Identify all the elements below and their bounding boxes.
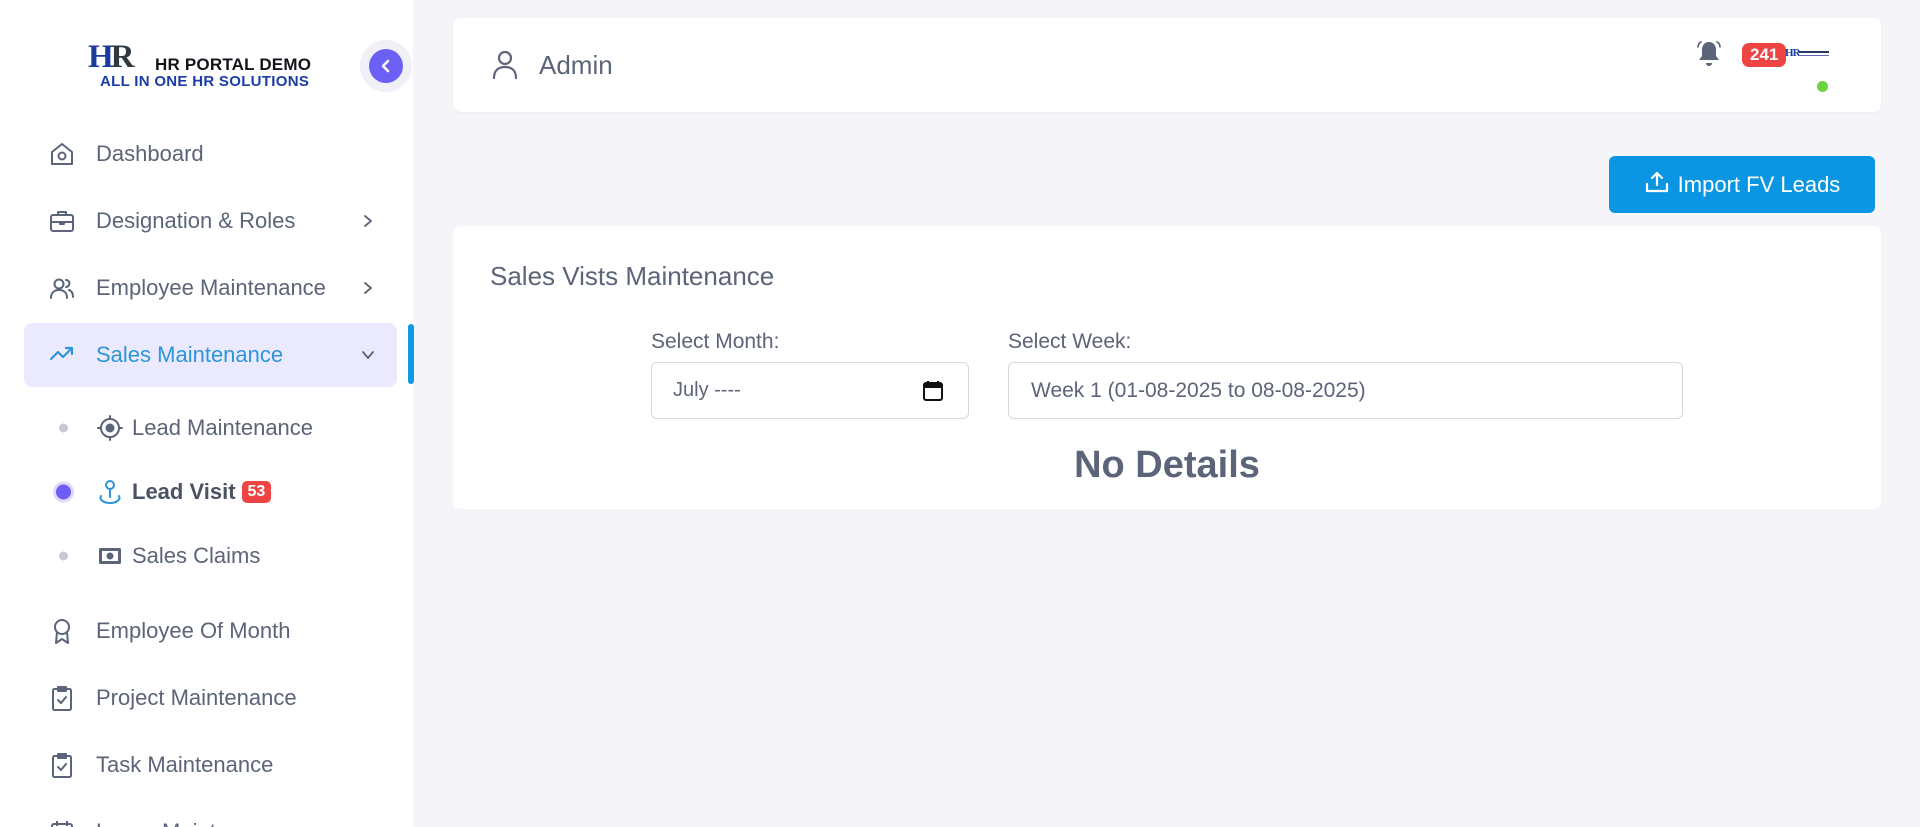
import-button-label: Import FV Leads bbox=[1677, 171, 1841, 197]
sidebar-subitem-sales-claims[interactable]: Sales Claims bbox=[24, 530, 397, 582]
sales-visits-card: Sales Vists Maintenance Select Month: Ju… bbox=[453, 226, 1881, 509]
award-icon bbox=[48, 617, 76, 645]
import-fv-leads-button[interactable]: Import FV Leads bbox=[1609, 156, 1875, 213]
cash-icon bbox=[96, 542, 124, 570]
top-header: Admin 241 HR bbox=[453, 18, 1881, 112]
sidebar-item-label: Task Maintenance bbox=[96, 752, 274, 777]
bullet-dot bbox=[59, 423, 68, 433]
chevron-left-icon bbox=[369, 49, 403, 83]
sidebar-item-label: Project Maintenance bbox=[96, 685, 297, 710]
bell-icon[interactable] bbox=[1693, 38, 1725, 70]
brand-subtitle: ALL IN ONE HR SOLUTIONS bbox=[100, 73, 310, 90]
month-picker-value: July ---- bbox=[673, 379, 741, 401]
calendar-icon[interactable] bbox=[922, 380, 944, 407]
week-select-value: Week 1 (01-08-2025 to 08-08-2025) bbox=[1031, 379, 1366, 402]
sidebar-item-leave-maintenance[interactable]: Leave Maintenance bbox=[24, 800, 397, 827]
lead-visit-count-badge: 53 bbox=[241, 481, 272, 503]
month-label: Select Month: bbox=[651, 330, 780, 353]
trending-up-icon bbox=[48, 341, 76, 369]
chevron-down-icon bbox=[359, 346, 377, 364]
empty-state-text: No Details bbox=[1074, 444, 1260, 486]
sidebar-item-label: Employee Of Month bbox=[96, 618, 291, 643]
avatar-logo-mark: HR bbox=[1785, 47, 1801, 59]
sidebar-item-sales-maintenance[interactable]: Sales Maintenance bbox=[24, 323, 397, 387]
sidebar-item-employee-maintenance[interactable]: Employee Maintenance bbox=[24, 256, 397, 320]
active-bullet-dot bbox=[56, 484, 71, 500]
logo-mark: HR bbox=[88, 39, 134, 75]
upload-icon bbox=[1644, 170, 1670, 200]
sidebar-item-label: Designation & Roles bbox=[96, 208, 296, 233]
user-icon bbox=[489, 48, 521, 85]
clipboard-check-icon bbox=[48, 684, 76, 712]
month-picker[interactable]: July ---- bbox=[651, 362, 969, 419]
sidebar-item-label: Dashboard bbox=[96, 141, 204, 166]
page-title: Sales Vists Maintenance bbox=[490, 261, 775, 291]
sidebar-subitem-label: Lead Visit 53 bbox=[132, 479, 272, 505]
sidebar-item-label: Sales Maintenance bbox=[96, 342, 284, 367]
crosshair-icon bbox=[96, 414, 124, 442]
sidebar-item-employee-of-month[interactable]: Employee Of Month bbox=[24, 599, 397, 663]
briefcase-icon bbox=[48, 207, 76, 235]
sidebar: HR HR PORTAL DEMO ALL IN ONE HR SOLUTION… bbox=[0, 0, 413, 827]
clipboard-check-icon bbox=[48, 751, 76, 779]
sidebar-item-designation-roles[interactable]: Designation & Roles bbox=[24, 189, 397, 253]
collapse-sidebar-button[interactable] bbox=[360, 40, 412, 92]
active-indicator-bar bbox=[408, 324, 414, 384]
notification-count-badge: 241 bbox=[1742, 43, 1787, 67]
online-status-dot bbox=[1817, 81, 1828, 92]
week-select[interactable]: Week 1 (01-08-2025 to 08-08-2025) bbox=[1008, 362, 1683, 419]
sidebar-item-label: Employee Maintenance bbox=[96, 275, 326, 300]
sidebar-subitem-lead-visit[interactable]: Lead Visit 53 bbox=[24, 466, 397, 518]
brand-title: HR PORTAL DEMO bbox=[155, 55, 312, 74]
sidebar-item-dashboard[interactable]: Dashboard bbox=[24, 122, 397, 186]
sidebar-item-label: Leave Maintenance bbox=[96, 819, 288, 827]
sidebar-item-task-maintenance[interactable]: Task Maintenance bbox=[24, 733, 397, 797]
chevron-right-icon bbox=[359, 279, 377, 297]
chevron-right-icon bbox=[359, 212, 377, 230]
sidebar-subitem-label: Lead Maintenance bbox=[132, 415, 314, 440]
calendar-icon bbox=[48, 818, 76, 827]
users-icon bbox=[48, 274, 76, 302]
bullet-dot bbox=[59, 551, 68, 561]
map-pin-icon bbox=[96, 478, 124, 506]
sidebar-item-project-maintenance[interactable]: Project Maintenance bbox=[24, 666, 397, 730]
user-name: Admin bbox=[539, 50, 613, 80]
sidebar-subitem-label: Sales Claims bbox=[132, 543, 261, 568]
home-icon bbox=[48, 140, 76, 168]
week-label: Select Week: bbox=[1008, 330, 1132, 353]
sidebar-subitem-lead-maintenance[interactable]: Lead Maintenance bbox=[24, 402, 397, 454]
avatar[interactable]: HR bbox=[1783, 43, 1831, 79]
brand-logo[interactable]: HR HR PORTAL DEMO ALL IN ONE HR SOLUTION… bbox=[88, 39, 328, 92]
